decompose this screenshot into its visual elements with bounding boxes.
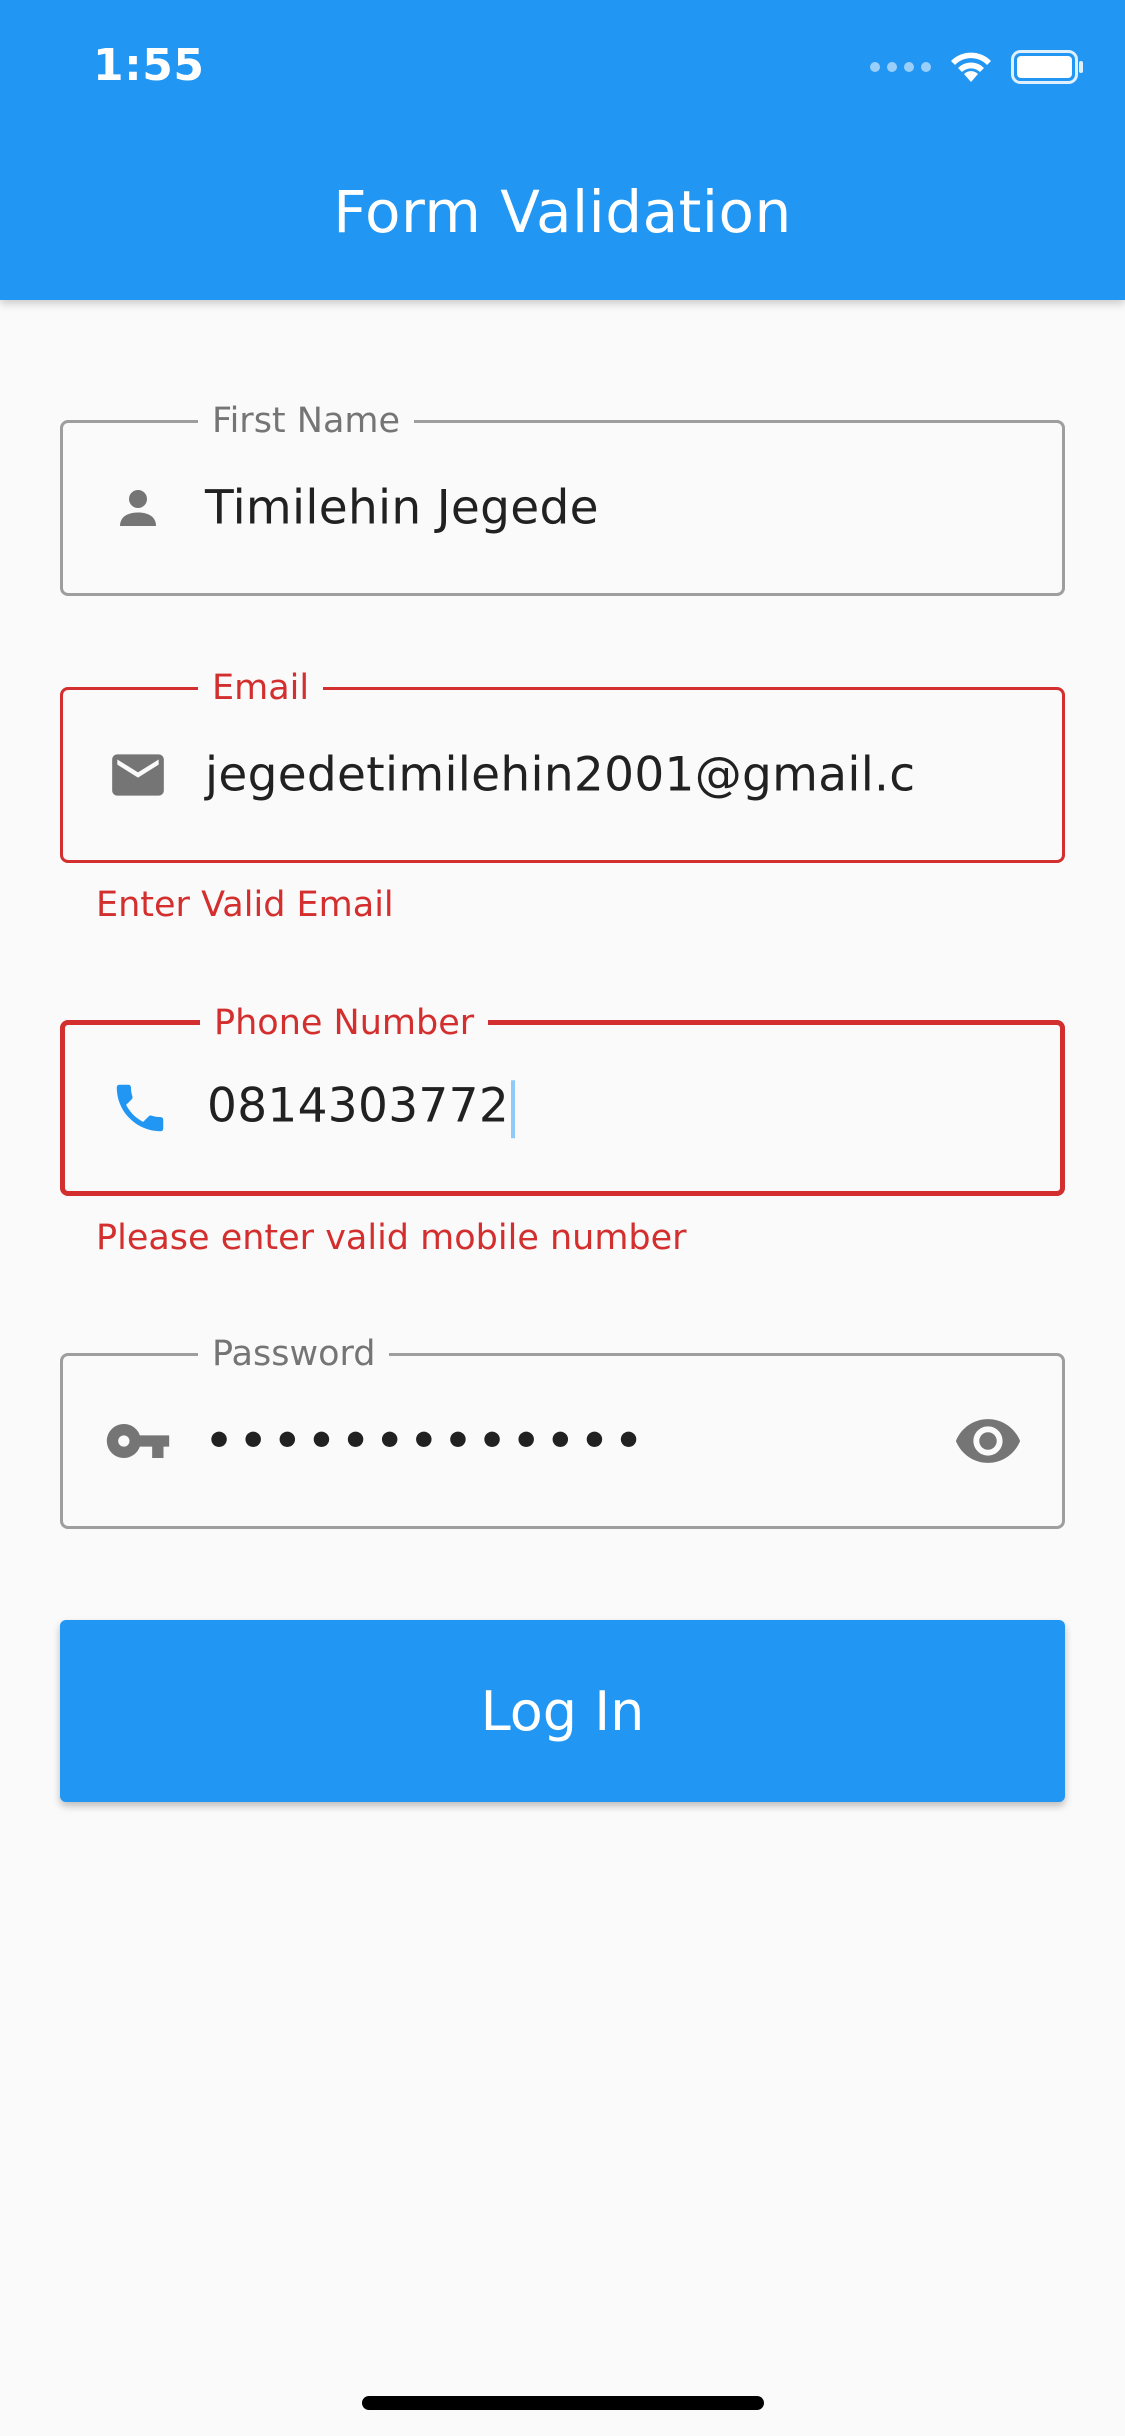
page-title: Form Validation: [333, 178, 792, 246]
password-field[interactable]: Password •••••••••••••: [60, 1334, 1065, 1529]
phone-number-field[interactable]: Phone Number 0814303772: [60, 1003, 1065, 1196]
email-label: Email: [198, 668, 324, 708]
first-name-value: Timilehin Jegede: [205, 480, 599, 536]
email-icon: [103, 740, 173, 810]
home-indicator: [362, 2396, 764, 2410]
phone-error-text: Please enter valid mobile number: [96, 1218, 687, 1258]
email-field[interactable]: Email jegedetimilehin2001@gmail.c: [60, 668, 1065, 863]
phone-number-text: 0814303772: [207, 1078, 510, 1134]
key-icon: [103, 1406, 173, 1476]
phone-number-value: 0814303772: [207, 1078, 516, 1138]
phone-icon: [105, 1073, 175, 1143]
first-name-label: First Name: [198, 401, 415, 441]
email-value: jegedetimilehin2001@gmail.c: [205, 747, 916, 803]
password-value: •••••••••••••: [205, 1415, 649, 1467]
login-button[interactable]: Log In: [60, 1620, 1065, 1802]
text-cursor: [511, 1079, 516, 1138]
screen: 1:55 Form Validation First Name Timilehi…: [0, 0, 1125, 2436]
status-time: 1:55: [93, 40, 205, 91]
password-label: Password: [198, 1334, 390, 1374]
eye-icon[interactable]: [950, 1403, 1026, 1479]
first-name-field[interactable]: First Name Timilehin Jegede: [60, 401, 1065, 596]
battery-icon: [1011, 50, 1083, 84]
email-error-text: Enter Valid Email: [96, 885, 394, 925]
wifi-icon: [951, 52, 991, 82]
status-icons: [870, 50, 1085, 84]
phone-number-label: Phone Number: [200, 1003, 489, 1043]
person-icon: [103, 473, 173, 543]
app-bar: 1:55 Form Validation: [0, 0, 1125, 300]
signal-icon: [870, 62, 931, 72]
